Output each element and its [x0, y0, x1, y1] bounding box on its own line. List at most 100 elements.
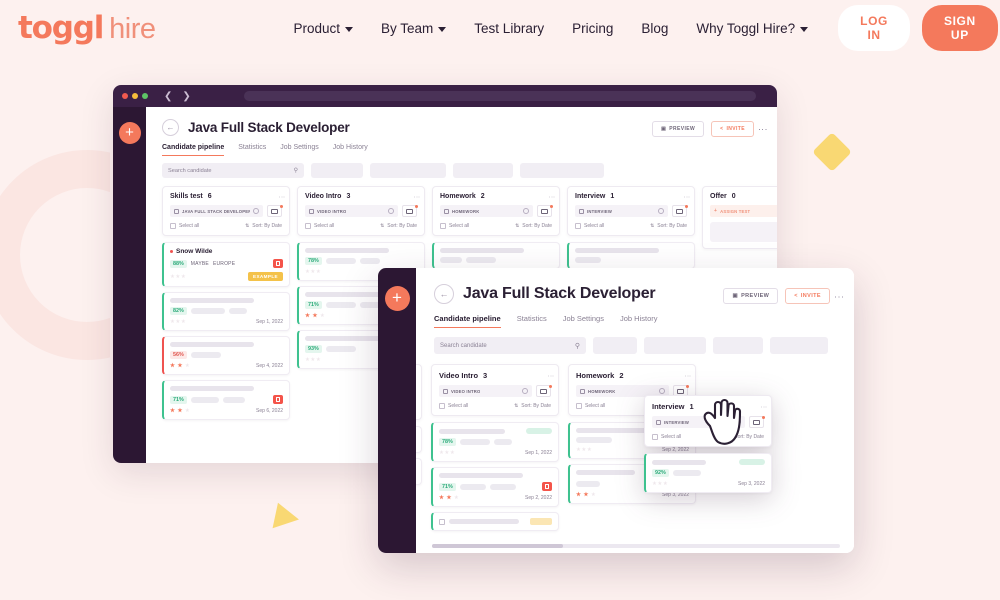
- candidate-card[interactable]: 1, 2022: [416, 426, 422, 453]
- back-arrow-icon[interactable]: ❮: [164, 91, 172, 102]
- candidate-card[interactable]: [432, 242, 560, 269]
- checkbox-icon[interactable]: [576, 403, 582, 409]
- rating-stars[interactable]: ★★★: [305, 357, 321, 363]
- gear-icon[interactable]: [659, 388, 665, 394]
- checkbox-icon[interactable]: [170, 223, 176, 229]
- tab-job-history[interactable]: Job History: [620, 314, 658, 328]
- sort-control[interactable]: ⇅ Sort: By Date: [650, 223, 687, 229]
- gear-icon[interactable]: [522, 388, 528, 394]
- sort-control[interactable]: ⇅ Sort: By Date: [380, 223, 417, 229]
- rating-stars[interactable]: ★★★: [170, 408, 190, 414]
- tab-job-history[interactable]: Job History: [333, 144, 368, 156]
- nav-item-blog[interactable]: Blog: [641, 21, 668, 36]
- tab-statistics[interactable]: Statistics: [517, 314, 547, 328]
- column-menu-icon[interactable]: ⋮: [760, 404, 766, 410]
- sort-control[interactable]: ⇅ Sort: By Date: [245, 223, 282, 229]
- gear-icon[interactable]: [253, 208, 259, 214]
- checkbox-icon[interactable]: [439, 518, 445, 525]
- rating-stars[interactable]: ★★★: [170, 319, 186, 325]
- rating-stars[interactable]: ★★★: [170, 274, 186, 280]
- close-icon[interactable]: [122, 93, 128, 99]
- candidate-card[interactable]: Snow Wilde 88% MAYBE EUROPE ★★★ EXAMPLE: [162, 242, 290, 287]
- candidate-card[interactable]: 56% ★ ★ ★ Sep 4, 2022: [162, 336, 290, 375]
- filter-chip[interactable]: [453, 163, 513, 178]
- rating-stars[interactable]: ★★★: [170, 363, 190, 369]
- test-chip[interactable]: JAVA FULL STACK DEVELOPER: [170, 205, 263, 217]
- email-button[interactable]: [536, 384, 552, 397]
- rating-stars[interactable]: ★★★: [305, 313, 325, 319]
- signup-button[interactable]: SIGN UP: [921, 5, 998, 51]
- column-menu-icon[interactable]: ⋮: [413, 194, 419, 200]
- candidate-card[interactable]: 78% ★★★ Sep 1, 2022: [431, 422, 559, 462]
- test-chip[interactable]: INTERVIEW: [575, 205, 668, 217]
- back-button[interactable]: ←: [434, 284, 454, 304]
- filter-chip[interactable]: [520, 163, 604, 178]
- rating-stars[interactable]: ★★★: [305, 269, 321, 275]
- filter-chip[interactable]: [713, 337, 763, 354]
- toggl-hire-logo[interactable]: toggl hire: [18, 10, 156, 46]
- test-chip[interactable]: VIDEO INTRO: [305, 205, 398, 217]
- test-chip[interactable]: HOMEWORK: [440, 205, 533, 217]
- search-input[interactable]: Search candidate ⚲: [434, 337, 586, 354]
- sort-control[interactable]: ⇅ Sort: By Date: [515, 223, 552, 229]
- more-options-icon[interactable]: ⋮: [758, 125, 768, 133]
- add-new-button[interactable]: +: [118, 122, 141, 144]
- test-chip[interactable]: VIDEO INTRO: [439, 385, 532, 397]
- nav-item-pricing[interactable]: Pricing: [572, 21, 613, 36]
- filter-chip[interactable]: [770, 337, 828, 354]
- select-all-control[interactable]: Select all: [439, 403, 468, 409]
- assign-test-chip[interactable]: + ASSIGN TEST: [710, 205, 777, 217]
- nav-item-product[interactable]: Product: [293, 21, 354, 36]
- tab-candidate-pipeline[interactable]: Candidate pipeline: [162, 144, 225, 156]
- select-all-control[interactable]: Select all: [652, 434, 681, 440]
- maximize-icon[interactable]: [142, 93, 148, 99]
- column-menu-icon[interactable]: ⋮: [683, 194, 689, 200]
- filter-chip[interactable]: [370, 163, 446, 178]
- add-new-button[interactable]: +: [384, 286, 410, 311]
- attachment-badge[interactable]: [542, 482, 552, 491]
- filter-chip[interactable]: [644, 337, 706, 354]
- minimize-icon[interactable]: [132, 93, 138, 99]
- gear-icon[interactable]: [388, 208, 394, 214]
- email-button[interactable]: [537, 204, 553, 217]
- tab-job-settings[interactable]: Job Settings: [280, 144, 319, 156]
- more-options-icon[interactable]: ⋮: [833, 292, 844, 301]
- candidate-card[interactable]: [431, 512, 559, 531]
- login-button[interactable]: LOG IN: [838, 5, 910, 51]
- candidate-card[interactable]: 2, 2022: [416, 458, 422, 485]
- email-button[interactable]: [402, 204, 418, 217]
- rating-stars[interactable]: ★★★: [576, 492, 596, 498]
- checkbox-icon[interactable]: [652, 434, 658, 440]
- nav-item-test-library[interactable]: Test Library: [474, 21, 544, 36]
- rating-stars[interactable]: ★★★: [576, 447, 592, 453]
- preview-button[interactable]: ▣ PREVIEW: [723, 288, 779, 304]
- rating-stars[interactable]: ★★★: [652, 481, 668, 487]
- column-menu-icon[interactable]: ⋮: [547, 373, 553, 379]
- window-controls[interactable]: [122, 93, 148, 99]
- rating-stars[interactable]: ★★★: [439, 450, 455, 456]
- candidate-card[interactable]: 71% ★ ★ ★ Sep 6, 2022: [162, 380, 290, 420]
- nav-item-why-toggl-hire[interactable]: Why Toggl Hire?: [696, 21, 809, 36]
- email-button[interactable]: [267, 204, 283, 217]
- search-input[interactable]: Search candidate ⚲: [162, 163, 304, 178]
- email-button[interactable]: [672, 204, 688, 217]
- invite-button[interactable]: < INVITE: [785, 288, 830, 304]
- select-all-control[interactable]: Select all: [440, 223, 469, 229]
- select-all-control[interactable]: Select all: [575, 223, 604, 229]
- forward-arrow-icon[interactable]: ❯: [182, 91, 190, 102]
- rating-stars[interactable]: ★★★: [439, 495, 459, 501]
- tab-statistics[interactable]: Statistics: [238, 144, 266, 156]
- filter-chip[interactable]: [593, 337, 637, 354]
- select-all-control[interactable]: Select all: [170, 223, 199, 229]
- invite-button[interactable]: < INVITE: [711, 121, 754, 137]
- candidate-card[interactable]: [567, 242, 695, 269]
- back-button[interactable]: ←: [162, 119, 179, 136]
- candidate-card[interactable]: 92% ★★★ Sep 3, 2022: [644, 453, 772, 493]
- preview-button[interactable]: ▣ PREVIEW: [652, 121, 705, 137]
- gear-icon[interactable]: [658, 208, 664, 214]
- column-menu-icon[interactable]: ⋮: [278, 194, 284, 200]
- attachment-badge[interactable]: [273, 259, 283, 268]
- browser-nav[interactable]: ❮ ❯: [164, 91, 191, 102]
- filter-chip[interactable]: [311, 163, 363, 178]
- candidate-card[interactable]: 82% ★★★ Sep 1, 2022: [162, 292, 290, 331]
